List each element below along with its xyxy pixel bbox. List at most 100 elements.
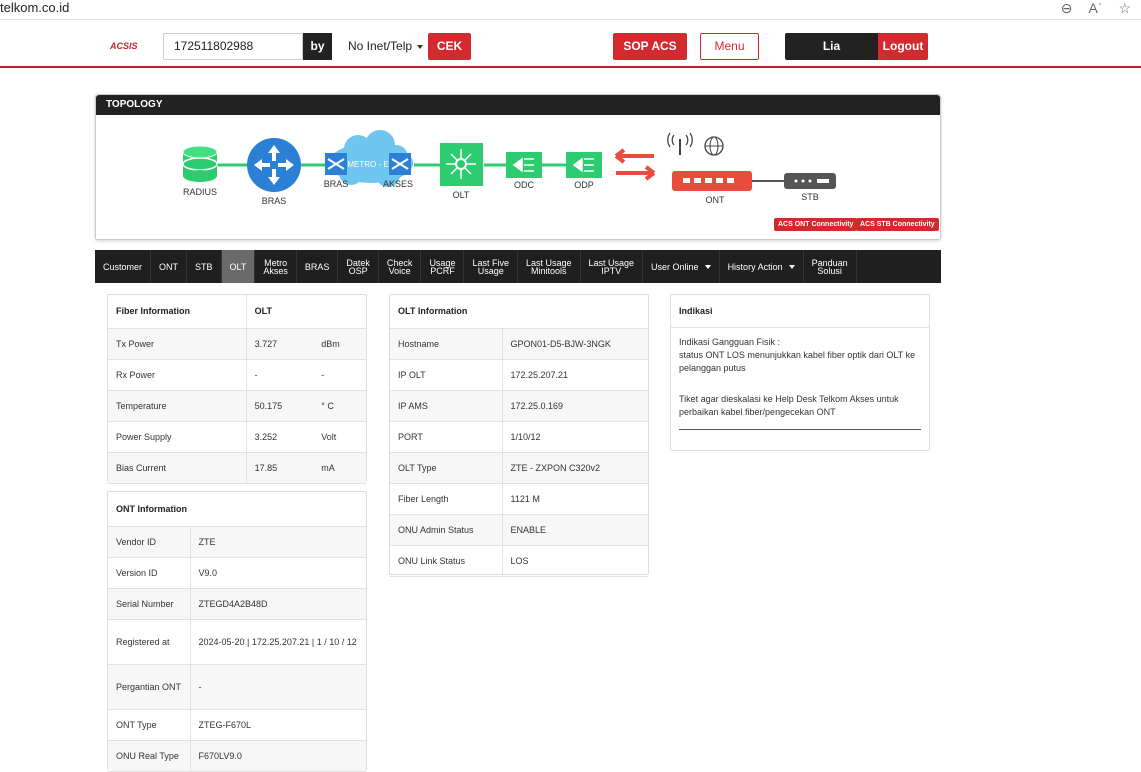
zoom-icon[interactable]: ⊖ [1061, 0, 1073, 17]
tab-panduan-solusi[interactable]: Panduan Solusi [804, 250, 857, 283]
tab-label-line2: Usage [477, 265, 504, 276]
olt-info-header: OLT Information [390, 295, 648, 329]
read-aloud-icon[interactable]: Aˈ [1088, 0, 1102, 17]
table-row: Version ID V9.0 [108, 557, 366, 589]
tab-bras[interactable]: BRAS [297, 250, 339, 283]
indikasi-status: status ONT LOS menunjukkan kabel fiber o… [679, 350, 916, 373]
top-navbar: ACSIS 172511802988 by No Inet/Telp CEK S… [0, 22, 1141, 80]
row-value: 2024-05-20 | 172.25.207.21 | 1 / 10 / 12 [189, 619, 366, 665]
row-unit: dBm [313, 328, 366, 360]
stb-label: STB [801, 192, 819, 202]
ont-router-icon [672, 171, 752, 191]
table-row: Vendor ID ZTE [108, 526, 366, 558]
row-label: Power Supply [108, 421, 247, 453]
table-row: ONU Admin Status ENABLE [390, 514, 648, 546]
tab-last-usage-minitools[interactable]: Last Usage Minitools [518, 250, 581, 283]
tab-last-usage-iptv[interactable]: Last Usage IPTV [581, 250, 644, 283]
table-row: Temperature 50.175 ° C [108, 390, 366, 422]
bidirectional-arrows-icon [614, 148, 656, 181]
row-label: Rx Power [108, 359, 247, 391]
table-row: IP AMS 172.25.0.169 [390, 390, 648, 422]
olt-information-table: OLT Information Hostname GPON01-D5-BJW-3N… [390, 295, 648, 577]
tab-stb[interactable]: STB [187, 250, 222, 283]
topology-panel: TOPOLOGY METRO - E RADIUS BRAS BRAS AKSE… [95, 94, 941, 240]
chevron-down-icon [704, 264, 711, 269]
tab-history-action[interactable]: History Action [720, 250, 804, 283]
tab-datek-osp[interactable]: Datek OSP [338, 250, 379, 283]
row-value: 50.175 [245, 390, 314, 422]
bras-router-icon [247, 138, 301, 192]
stb-icon [784, 173, 836, 189]
browser-icons: ⊖ Aˈ ☆ [1061, 0, 1131, 17]
indikasi-body: Indikasi Gangguan Fisik : status ONT LOS… [671, 328, 929, 438]
row-value: LOS [501, 545, 648, 577]
menu-button[interactable]: Menu [700, 33, 759, 60]
search-type-select[interactable]: No Inet/Telp [340, 33, 428, 60]
row-value: F670LV9.0 [189, 740, 366, 772]
brand-logo[interactable]: ACSIS [110, 41, 138, 51]
address-bar-url[interactable]: telkom.co.id [0, 0, 69, 15]
olt-icon [440, 143, 483, 186]
tab-label: STB [195, 261, 213, 272]
row-label: IP AMS [390, 390, 502, 422]
tab-last-five-usage[interactable]: Last Five Usage [464, 250, 518, 283]
row-value: ENABLE [501, 514, 648, 546]
akses-switch-icon [389, 153, 411, 175]
row-label: Pergantian ONT [108, 664, 190, 710]
odc-label: ODC [514, 180, 534, 190]
row-value: 172.25.0.169 [501, 390, 648, 422]
row-label: ONT Type [108, 709, 190, 741]
row-label: ONU Real Type [108, 740, 190, 772]
bras-label: BRAS [261, 196, 287, 206]
tab-ont[interactable]: ONT [151, 250, 188, 283]
table-row: Hostname GPON01-D5-BJW-3NGK [390, 328, 648, 360]
table-row: Serial Number ZTEGD4A2B48D [108, 588, 366, 620]
ont-info-header: ONT Information [108, 492, 366, 527]
row-label: Fiber Length [390, 483, 502, 515]
akses-label: AKSES [382, 179, 413, 189]
row-value: V9.0 [189, 557, 366, 589]
tab-bar: Customer ONT STB OLT Metro Akses BRAS Dat… [95, 250, 941, 283]
row-label: Bias Current [108, 452, 247, 484]
row-unit: Volt [313, 421, 366, 453]
row-value: GPON01-D5-BJW-3NGK [501, 328, 648, 360]
logout-button[interactable]: Logout [878, 33, 928, 60]
bras-switch-icon [325, 153, 347, 175]
tab-user-online[interactable]: User Online [643, 250, 720, 283]
table-row: Power Supply 3.252 Volt [108, 421, 366, 453]
row-value: 1/10/12 [501, 421, 648, 453]
tab-label-line2: Voice [388, 265, 411, 276]
row-value: 1121 M [501, 483, 648, 515]
indikasi-title: Indikasi Gangguan Fisik : [679, 337, 781, 347]
tab-check-voice[interactable]: Check Voice [379, 250, 422, 283]
row-label: Serial Number [108, 588, 190, 620]
search-by-label: by [303, 33, 332, 60]
tab-usage-pcrf[interactable]: Usage PCRF [421, 250, 465, 283]
row-label: Temperature [108, 390, 247, 422]
row-value: 3.727 [245, 328, 314, 360]
cek-button[interactable]: CEK [428, 33, 471, 60]
tab-label: History Action [727, 261, 783, 272]
tab-olt[interactable]: OLT [221, 250, 256, 283]
tab-label: ONT [159, 261, 179, 272]
user-name-badge: Lia Purnamasari [785, 33, 878, 80]
table-row: ONT Type ZTEG-F670L [108, 709, 366, 741]
sop-acs-button[interactable]: SOP ACS [613, 33, 687, 60]
fiber-info-header: Fiber Information [108, 295, 247, 329]
acs-ont-connectivity-button[interactable]: ACS ONT Connectivity [774, 218, 858, 231]
indikasi-panel: Indikasi Indikasi Gangguan Fisik : statu… [670, 294, 930, 451]
favorite-star-icon[interactable]: ☆ [1118, 0, 1131, 17]
acs-stb-connectivity-button[interactable]: ACS STB Connectivity [856, 218, 939, 231]
tab-label-line2: IPTV [601, 265, 622, 276]
topology-title: TOPOLOGY [96, 95, 940, 115]
radius-icon [182, 145, 218, 182]
row-value: 3.252 [245, 421, 314, 453]
globe-icon [704, 136, 724, 156]
search-input[interactable]: 172511802988 [163, 33, 303, 60]
tab-label-line2: Minitools [530, 265, 567, 276]
tab-metro-akses[interactable]: Metro Akses [255, 250, 297, 283]
wifi-icon [667, 132, 693, 155]
tab-label: Customer [103, 261, 143, 272]
tab-customer[interactable]: Customer [95, 250, 152, 283]
row-unit: mA [313, 452, 366, 484]
